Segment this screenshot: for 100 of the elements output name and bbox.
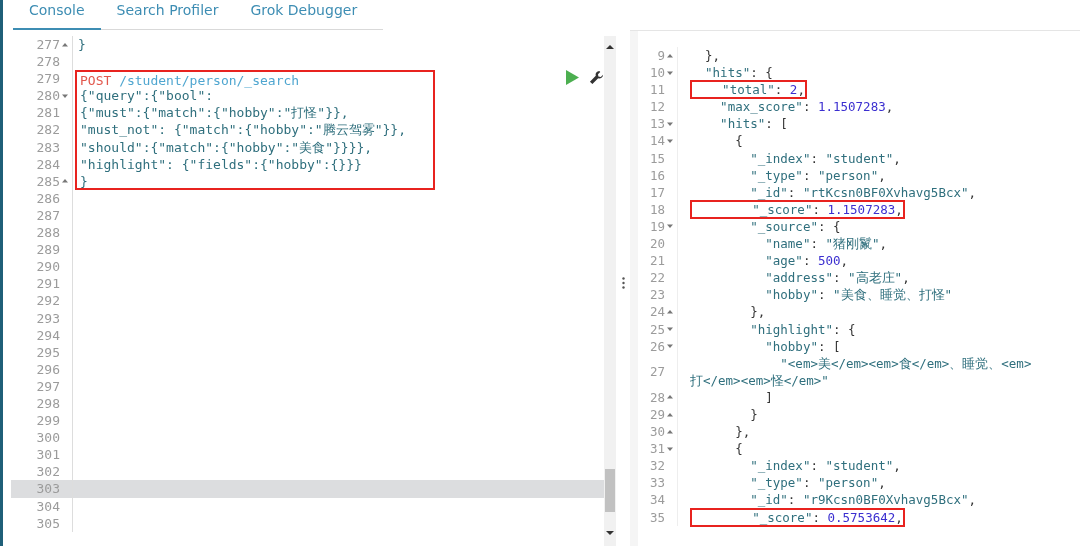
line-number: 10	[649, 64, 665, 82]
fold-icon[interactable]	[667, 69, 673, 76]
code-line: "highlight": {	[749, 321, 856, 337]
line-number: 280	[36, 87, 60, 105]
code-line: },	[734, 424, 751, 440]
code-line: "_index": "student",	[749, 150, 901, 166]
code-line: "name": "猪刚鬣",	[764, 236, 888, 252]
fold-icon[interactable]	[667, 445, 673, 452]
code-line: "highlight": {"fields":{"hobby":{}}}	[80, 156, 362, 172]
line-number: 290	[36, 258, 60, 276]
fold-icon[interactable]	[667, 394, 673, 401]
line-number: 30	[649, 423, 665, 441]
tab[interactable]: Search Profiler	[100, 0, 235, 30]
line-number: 285	[36, 172, 60, 190]
scrollbar[interactable]	[604, 36, 616, 546]
line-number: 292	[36, 292, 60, 310]
line-number: 287	[36, 206, 60, 225]
scroll-up-icon[interactable]	[606, 44, 614, 50]
code-line: "max_score": 1.1507283,	[719, 99, 894, 115]
line-number: 26	[649, 337, 665, 355]
play-icon[interactable]	[566, 70, 579, 85]
fold-icon[interactable]	[667, 223, 673, 230]
line-number: 27	[649, 363, 665, 381]
line-number: 281	[36, 104, 60, 122]
code-line: "_id": "rtKcsn0BF0Xvhavg5Bcx",	[749, 184, 977, 200]
line-number: 297	[36, 377, 60, 395]
line-number: 283	[36, 138, 60, 156]
line-number: 284	[36, 155, 60, 173]
code-line: }	[80, 173, 88, 189]
fold-icon[interactable]	[667, 411, 673, 418]
code-line: ]	[764, 389, 773, 405]
code-line: "_id": "r9Kcsn0BF0Xvhavg5Bcx",	[749, 492, 977, 508]
line-number: 279	[36, 70, 60, 88]
code-line: },	[704, 48, 721, 63]
fold-icon[interactable]	[667, 52, 673, 59]
line-number: 19	[649, 217, 665, 236]
fold-icon[interactable]	[667, 428, 673, 435]
code-line: "hits": {	[704, 65, 773, 81]
code-line: "must_not": {"match":{"hobby":"腾云驾雾"}},	[80, 122, 406, 138]
line-number: 33	[649, 474, 665, 492]
line-number: 31	[649, 440, 665, 458]
code-line: }	[749, 406, 758, 422]
fold-icon[interactable]	[667, 138, 673, 144]
line-number: 14	[649, 132, 665, 150]
fold-icon[interactable]	[62, 178, 68, 185]
line-number: 298	[36, 394, 60, 413]
line-number: 301	[36, 446, 60, 464]
code-line: {"must":{"match":{"hobby":"打怪"}},	[80, 105, 349, 121]
line-number: 289	[36, 241, 60, 259]
code-line: "_type": "person",	[749, 475, 886, 491]
scrollbar-thumb[interactable]	[605, 469, 615, 512]
code-line: {	[734, 133, 743, 149]
line-number: 25	[649, 320, 665, 338]
line-number: 294	[36, 326, 60, 344]
code-line: "<em>美</em><em>食</em>、睡觉、<em>打</em><em>怪</em>"	[690, 355, 1032, 388]
fold-icon[interactable]	[667, 343, 673, 350]
line-number: 296	[36, 360, 60, 378]
line-number: 18	[649, 200, 665, 218]
code-line: "age": 500,	[764, 253, 849, 269]
line-number: 15	[649, 149, 665, 167]
code-line: {	[734, 441, 743, 457]
line-number: 35	[649, 508, 665, 526]
fold-icon[interactable]	[667, 308, 673, 315]
line-number: 20	[649, 235, 665, 253]
line-number: 288	[36, 224, 60, 242]
line-number: 277	[36, 36, 60, 54]
fold-icon[interactable]	[62, 41, 68, 48]
line-number: 11	[649, 81, 665, 99]
line-number: 282	[36, 121, 60, 139]
fold-icon[interactable]	[667, 120, 673, 127]
line-number: 32	[649, 457, 665, 475]
line-number: 299	[36, 412, 60, 430]
line-number: 24	[649, 303, 665, 321]
line-number: 295	[36, 343, 60, 361]
fold-icon[interactable]	[667, 326, 673, 333]
line-number: 23	[649, 286, 665, 304]
line-number: 9	[657, 47, 665, 65]
line-number: 12	[649, 98, 665, 116]
line-number: 302	[36, 463, 60, 481]
line-number: 22	[649, 269, 665, 287]
line-number: 28	[649, 388, 665, 406]
line-number: 21	[649, 252, 665, 270]
tab[interactable]: Console	[13, 0, 101, 30]
code-line: "hobby": "美食、睡觉、打怪"	[764, 287, 953, 303]
line-number: 303	[36, 480, 60, 498]
scroll-down-icon[interactable]	[606, 530, 614, 536]
line-number: 305	[36, 514, 60, 532]
code-line: "_type": "person",	[749, 167, 886, 183]
tab[interactable]: Grok Debugger	[234, 0, 374, 30]
line-number: 286	[36, 189, 60, 207]
code-line: POST /student/person/_search	[80, 73, 300, 89]
line-number: 291	[36, 275, 60, 293]
resize-handle-icon[interactable]	[621, 277, 625, 289]
line-number: 29	[649, 405, 665, 424]
wrench-icon[interactable]	[589, 70, 604, 85]
code-line: "address": "高老庄",	[764, 270, 910, 286]
line-number: 278	[36, 53, 60, 71]
code-line: "hobby": [	[764, 338, 841, 354]
fold-icon[interactable]	[62, 92, 68, 99]
code-line: "_index": "student",	[749, 458, 901, 474]
